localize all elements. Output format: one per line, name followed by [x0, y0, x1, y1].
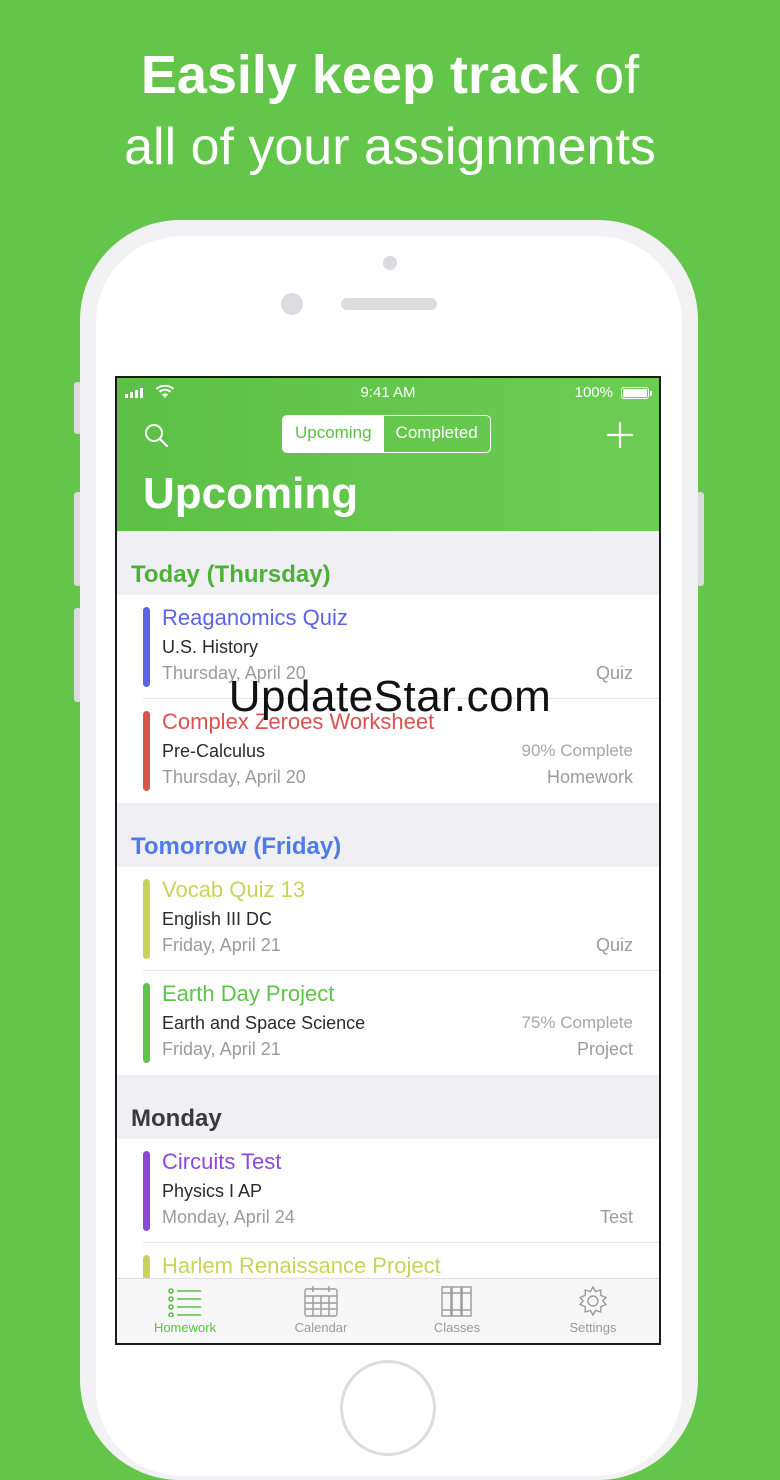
phone-sensor — [383, 256, 397, 270]
promo-headline-line2: all of your assignments — [124, 118, 656, 176]
phone-earpiece — [341, 298, 437, 310]
assignment-course: Earth and Space Science — [162, 1013, 366, 1033]
assignment-course: U.S. History — [162, 637, 259, 657]
assignment-progress: 75% Complete — [521, 1013, 633, 1032]
phone-front-camera — [281, 293, 303, 315]
class-color-bar — [143, 879, 150, 959]
class-color-bar — [143, 1151, 150, 1231]
tab-bar: Homework Calendar Classes Settings — [117, 1278, 659, 1343]
tab-calendar[interactable]: Calendar — [253, 1285, 389, 1335]
calendar-icon — [304, 1286, 338, 1317]
assignment-list: Today (Thursday) Reaganomics Quiz U.S. His… — [117, 531, 659, 1343]
section-header-label: Tomorrow (Friday) — [131, 833, 342, 860]
promo-headline-bold: Easily keep track — [140, 45, 580, 105]
promo-headline-line1: Easily keep track of — [0, 44, 780, 106]
assignment-due-date: Thursday, April 20 — [162, 767, 306, 787]
assignment-type: Test — [599, 1207, 633, 1227]
assignment-type: Homework — [546, 767, 633, 787]
assignment-row[interactable]: Earth Day Project Earth and Space Science… — [117, 971, 659, 1075]
section-list: Vocab Quiz 13 English III DC Friday, April… — [117, 867, 659, 1075]
assignment-title: Harlem Renaissance Project — [162, 1253, 441, 1278]
section-header: Today (Thursday) — [117, 531, 659, 595]
page-title: Upcoming — [143, 469, 359, 518]
search-icon[interactable] — [141, 420, 173, 452]
assignment-title: Reaganomics Quiz — [162, 605, 348, 630]
list-icon — [168, 1288, 201, 1317]
view-segmented-control: Upcoming Completed — [282, 415, 491, 453]
assignment-course: Pre-Calculus — [162, 741, 266, 761]
tab-homework-label: Homework — [153, 1320, 217, 1335]
segment-upcoming[interactable]: Upcoming — [283, 416, 384, 452]
assignment-row[interactable]: Vocab Quiz 13 English III DC Friday, April… — [117, 867, 659, 971]
assignment-course: English III DC — [162, 909, 273, 929]
assignment-course: Physics I AP — [162, 1181, 263, 1201]
assignment-type: Project — [576, 1039, 633, 1059]
tab-classes[interactable]: Classes — [389, 1285, 525, 1335]
promo-headline-rest: of — [594, 45, 640, 105]
class-color-bar — [143, 983, 150, 1063]
assignment-progress: 90% Complete — [521, 741, 633, 760]
assignment-due-date: Friday, April 21 — [162, 1039, 281, 1059]
assignment-row[interactable]: Circuits Test Physics I AP Monday, April 2… — [117, 1139, 659, 1243]
section-header: Tomorrow (Friday) — [117, 803, 659, 867]
tab-classes-label: Classes — [433, 1320, 481, 1335]
assignment-title: Circuits Test — [162, 1149, 282, 1174]
tab-calendar-label: Calendar — [294, 1320, 348, 1335]
section-header: Monday — [117, 1075, 659, 1139]
segment-completed[interactable]: Completed — [384, 416, 490, 452]
assignment-title: Vocab Quiz 13 — [162, 877, 306, 902]
plus-icon[interactable] — [603, 418, 637, 452]
gear-icon — [578, 1285, 608, 1317]
app-header: 9:41 AM 100% Upcoming Completed Upcoming — [117, 378, 659, 531]
battery-percent: 100% — [574, 384, 613, 401]
assignment-type: Quiz — [595, 935, 633, 955]
tab-homework[interactable]: Homework — [117, 1285, 253, 1335]
status-bar: 9:41 AM 100% — [117, 384, 659, 404]
app-screen: 9:41 AM 100% Upcoming Completed Upcoming… — [115, 376, 661, 1345]
tab-settings-label: Settings — [569, 1320, 617, 1335]
phone-home-button — [340, 1360, 436, 1456]
assignment-due-date: Monday, April 24 — [162, 1207, 295, 1227]
books-icon — [441, 1286, 472, 1317]
watermark-text: UpdateStar.com — [228, 672, 552, 721]
tab-settings[interactable]: Settings — [525, 1285, 659, 1335]
section-header-label: Monday — [131, 1105, 222, 1132]
section-header-label: Today (Thursday) — [131, 561, 331, 588]
assignment-title: Earth Day Project — [162, 981, 335, 1006]
battery-icon — [621, 387, 649, 399]
assignment-due-date: Friday, April 21 — [162, 935, 281, 955]
